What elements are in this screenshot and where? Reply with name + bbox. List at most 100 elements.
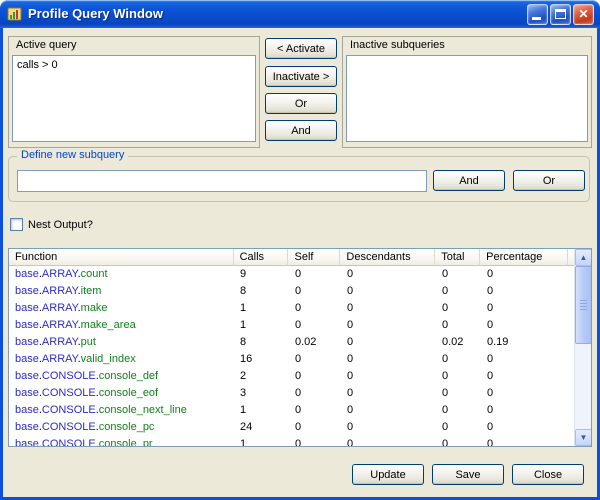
cell-value: 3 xyxy=(234,385,289,402)
cell-value: 0 xyxy=(341,266,436,283)
table-row[interactable]: base.ARRAY.make_area10000 xyxy=(9,317,574,334)
cell-value: 9 xyxy=(234,266,289,283)
cell-value: 1 xyxy=(234,402,289,419)
cell-value: 8 xyxy=(234,283,289,300)
cell-function: base.CONSOLE.console_pr xyxy=(9,436,234,446)
table-row[interactable]: base.CONSOLE.console_eof30000 xyxy=(9,385,574,402)
window-title: Profile Query Window xyxy=(28,6,163,21)
subquery-and-button[interactable]: And xyxy=(433,170,505,191)
save-button[interactable]: Save xyxy=(432,464,504,485)
subquery-or-button[interactable]: Or xyxy=(513,170,585,191)
cell-value: 0 xyxy=(289,300,341,317)
activate-button[interactable]: < Activate xyxy=(265,38,337,59)
cell-value: 0 xyxy=(289,283,341,300)
minimize-button[interactable] xyxy=(527,4,548,25)
scrollbar-grip xyxy=(580,300,587,310)
column-header-descendants[interactable]: Descendants xyxy=(340,249,435,266)
cell-function: base.ARRAY.make xyxy=(9,300,234,317)
cell-function: base.CONSOLE.console_next_line xyxy=(9,402,234,419)
column-header-calls[interactable]: Calls xyxy=(234,249,289,266)
cell-value: 0 xyxy=(436,351,481,368)
cell-value: 0 xyxy=(341,385,436,402)
update-button[interactable]: Update xyxy=(352,464,424,485)
cell-value: 0 xyxy=(341,419,436,436)
cell-value: 0 xyxy=(436,317,481,334)
nest-output-checkbox[interactable] xyxy=(10,218,23,231)
cell-value: 1 xyxy=(234,436,289,446)
cell-function: base.CONSOLE.console_def xyxy=(9,368,234,385)
inactive-subqueries-list[interactable] xyxy=(346,55,588,142)
cell-value: 0 xyxy=(289,266,341,283)
table-row[interactable]: base.ARRAY.make10000 xyxy=(9,300,574,317)
scrollbar-thumb[interactable] xyxy=(575,266,592,344)
cell-value: 0 xyxy=(289,436,341,446)
cell-value: 16 xyxy=(234,351,289,368)
cell-value: 0 xyxy=(289,317,341,334)
maximize-icon xyxy=(555,9,566,19)
close-button[interactable]: ✕ xyxy=(573,4,594,25)
cell-value: 0 xyxy=(341,436,436,446)
cell-function: base.CONSOLE.console_eof xyxy=(9,385,234,402)
table-row[interactable]: base.CONSOLE.console_next_line10000 xyxy=(9,402,574,419)
cell-value: 0 xyxy=(481,436,569,446)
close-icon: ✕ xyxy=(574,5,593,24)
column-header-total[interactable]: Total xyxy=(435,249,480,266)
table-header: Function Calls Self Descendants Total Pe… xyxy=(9,249,591,266)
table-row[interactable]: base.ARRAY.count90000 xyxy=(9,266,574,283)
cell-value: 0 xyxy=(341,351,436,368)
table-row[interactable]: base.CONSOLE.console_pc240000 xyxy=(9,419,574,436)
active-query-panel: Active query calls > 0 xyxy=(8,36,260,148)
active-query-label: Active query xyxy=(16,39,77,51)
inactive-subqueries-panel: Inactive subqueries xyxy=(342,36,592,148)
inactivate-button[interactable]: Inactivate > xyxy=(265,66,337,87)
scroll-up-icon[interactable]: ▲ xyxy=(575,249,592,266)
cell-value: 0 xyxy=(481,317,569,334)
window-icon xyxy=(7,6,23,22)
vertical-scrollbar[interactable]: ▲ ▼ xyxy=(574,249,591,446)
column-header-self[interactable]: Self xyxy=(288,249,340,266)
table-row[interactable]: base.ARRAY.valid_index160000 xyxy=(9,351,574,368)
cell-value: 0 xyxy=(289,368,341,385)
cell-value: 0 xyxy=(436,266,481,283)
and-button[interactable]: And xyxy=(265,120,337,141)
cell-function: base.CONSOLE.console_pc xyxy=(9,419,234,436)
cell-value: 0 xyxy=(481,266,569,283)
active-query-list[interactable]: calls > 0 xyxy=(12,55,256,142)
cell-value: 0 xyxy=(481,351,569,368)
cell-value: 0 xyxy=(341,300,436,317)
cell-value: 0 xyxy=(341,334,436,351)
cell-value: 0 xyxy=(436,402,481,419)
maximize-button[interactable] xyxy=(550,4,571,25)
cell-value: 0.02 xyxy=(289,334,341,351)
cell-value: 0 xyxy=(481,283,569,300)
cell-value: 0 xyxy=(341,283,436,300)
inactive-subqueries-label: Inactive subqueries xyxy=(350,39,445,51)
define-subquery-label: Define new subquery xyxy=(17,149,128,161)
column-header-percentage[interactable]: Percentage xyxy=(480,249,568,266)
subquery-input[interactable] xyxy=(17,170,427,192)
client-area: Active query calls > 0 < Activate Inacti… xyxy=(3,28,597,497)
cell-value: 2 xyxy=(234,368,289,385)
cell-value: 0 xyxy=(289,402,341,419)
table-row[interactable]: base.ARRAY.item80000 xyxy=(9,283,574,300)
cell-function: base.ARRAY.put xyxy=(9,334,234,351)
column-header-function[interactable]: Function xyxy=(9,249,234,266)
profile-query-window: Profile Query Window ✕ Active query call… xyxy=(0,0,600,500)
cell-function: base.ARRAY.valid_index xyxy=(9,351,234,368)
active-query-item[interactable]: calls > 0 xyxy=(13,56,255,74)
table-row[interactable]: base.CONSOLE.console_def20000 xyxy=(9,368,574,385)
table-row[interactable]: base.CONSOLE.console_pr10000 xyxy=(9,436,574,446)
close-dialog-button[interactable]: Close xyxy=(512,464,584,485)
cell-value: 0 xyxy=(341,317,436,334)
table-row[interactable]: base.ARRAY.put80.0200.020.19 xyxy=(9,334,574,351)
cell-value: 0 xyxy=(481,300,569,317)
cell-value: 0 xyxy=(289,419,341,436)
results-table: Function Calls Self Descendants Total Pe… xyxy=(8,248,592,447)
cell-value: 0 xyxy=(481,419,569,436)
or-button[interactable]: Or xyxy=(265,93,337,114)
minimize-icon xyxy=(532,17,541,20)
titlebar[interactable]: Profile Query Window ✕ xyxy=(0,0,600,28)
define-subquery-group: Define new subquery And Or xyxy=(8,156,590,202)
cell-value: 0 xyxy=(436,419,481,436)
scroll-down-icon[interactable]: ▼ xyxy=(575,429,592,446)
